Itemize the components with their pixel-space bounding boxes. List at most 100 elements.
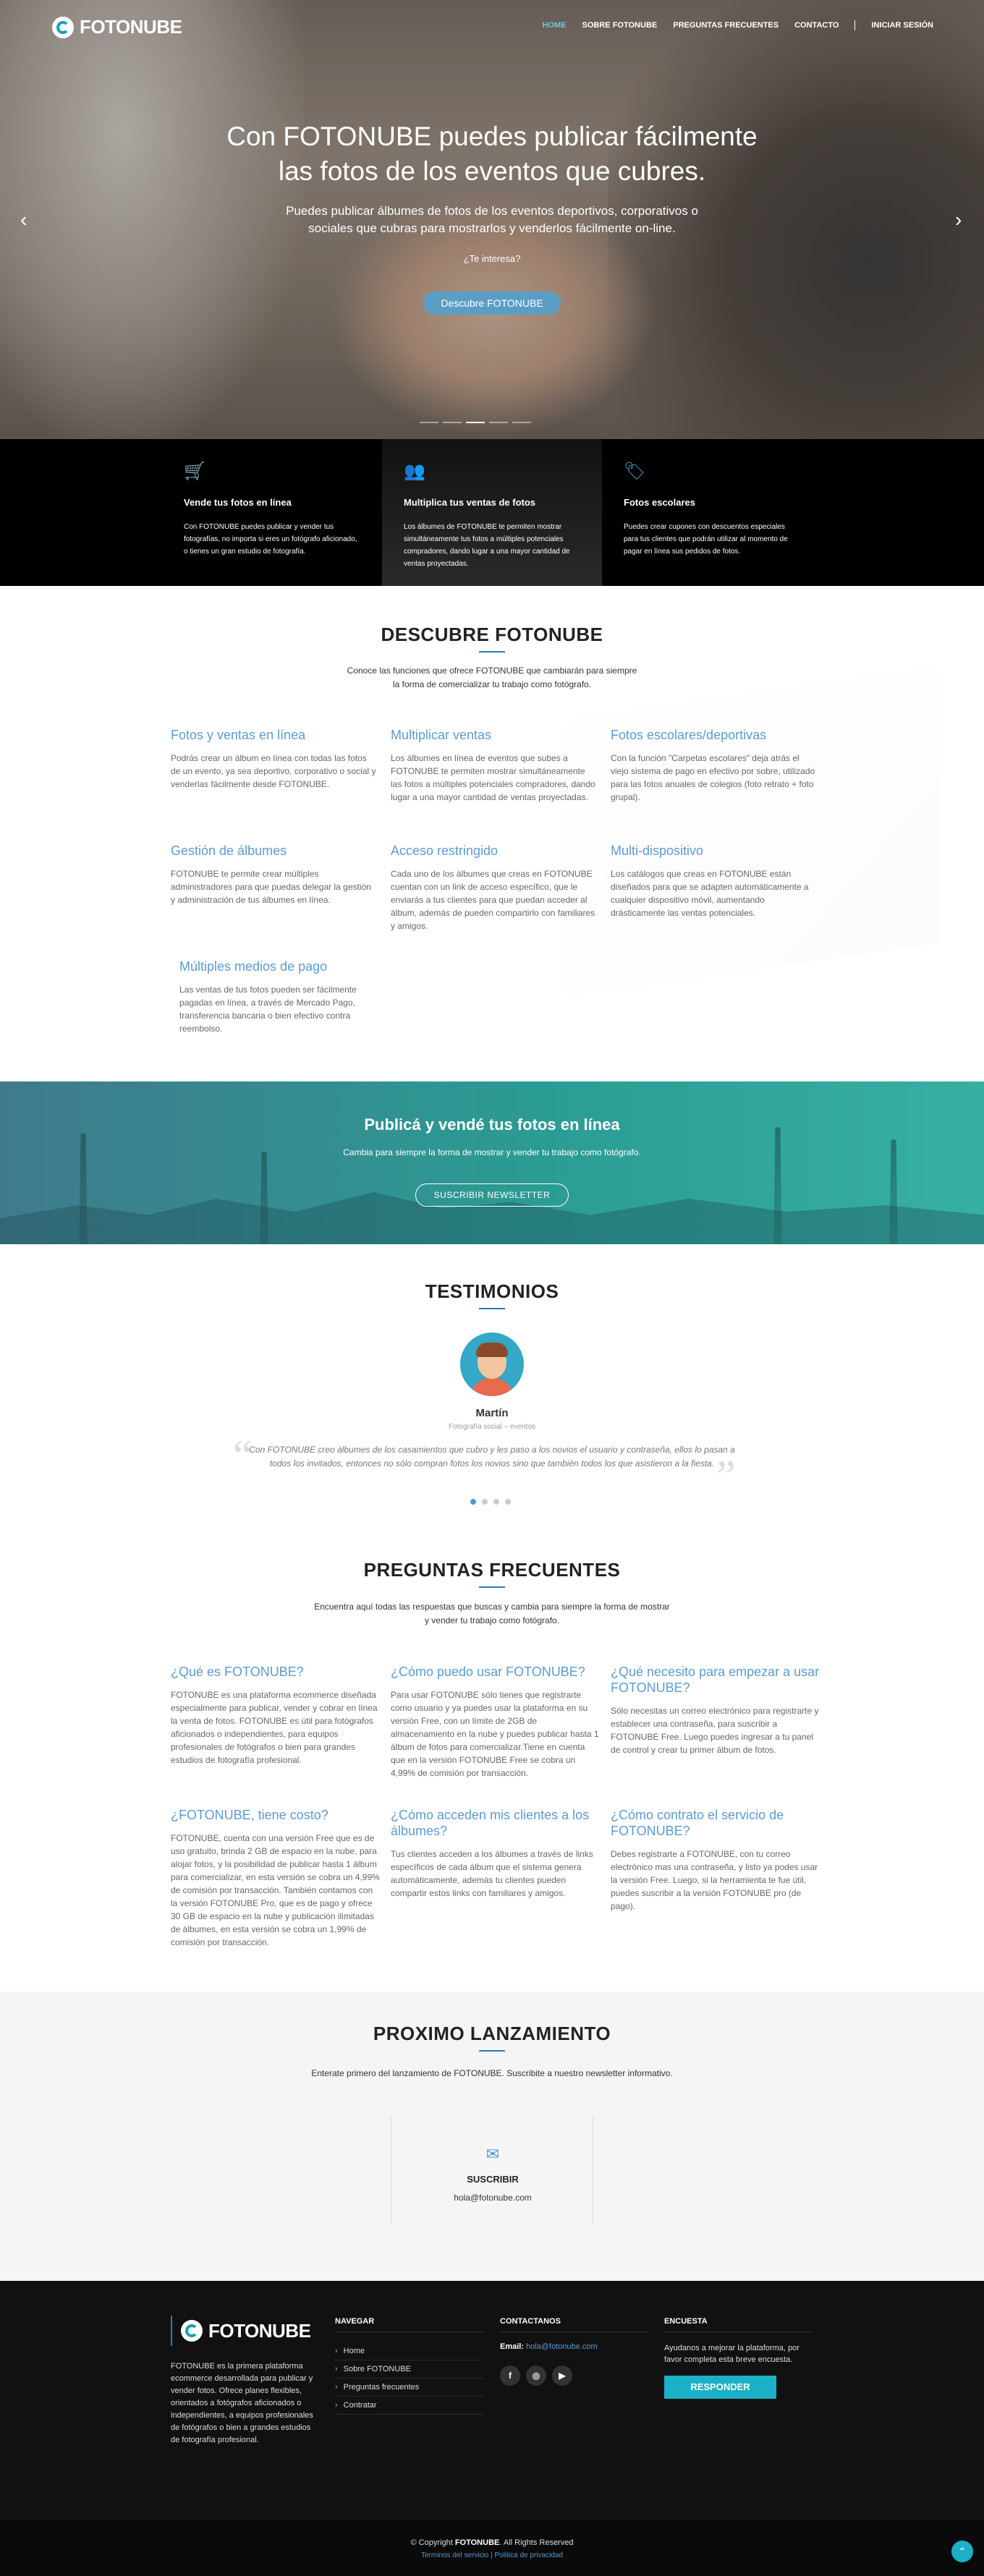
- nav-faq[interactable]: PREGUNTAS FRECUENTES: [673, 21, 779, 30]
- descubre-section: DESCUBRE FOTONUBE Conoce las funciones q…: [0, 586, 984, 1081]
- mail-icon: ✉: [485, 2145, 500, 2163]
- nav-home[interactable]: HOME: [543, 21, 567, 30]
- testimonials-section: TESTIMONIOS Martín Fotografía social – e…: [0, 1244, 984, 1544]
- faq-item: ¿Qué es FOTONUBE? FOTONUBE es una platafo…: [171, 1665, 378, 1765]
- hero-slider: Con FOTONUBE puedes publicar fácilmente l…: [0, 0, 984, 439]
- testimonial-dots: [470, 1499, 511, 1505]
- logo-icon: [52, 16, 74, 38]
- faq-item: ¿Cómo contrato el servicio de FOTONUBE? D…: [611, 1808, 818, 1911]
- faq-item: ¿Qué necesito para empezar a usar FOTONU…: [611, 1665, 820, 1755]
- feature-item: Fotos escolares/deportivas Con la función…: [611, 728, 815, 802]
- slider-dot[interactable]: [512, 422, 531, 423]
- users-icon: 👥: [404, 462, 425, 481]
- nav-login[interactable]: INICIAR SESIÓN: [871, 21, 933, 30]
- hero-title: Con FOTONUBE puedes publicar fácilmente l…: [226, 122, 758, 186]
- footer-email: Email: hola@fotonube.com: [500, 2342, 598, 2351]
- feature-item: Multi-dispositivo Los catálogos que creas…: [611, 843, 809, 918]
- hero-question: ¿Te interesa?: [463, 253, 521, 264]
- feature-text: Los álbumes de FOTONUBE te permiten most…: [404, 523, 570, 568]
- brand-logo[interactable]: FOTONUBE: [52, 16, 182, 38]
- testimonial-dot[interactable]: [493, 1499, 499, 1505]
- section-title: PREGUNTAS FRECUENTES: [363, 1559, 621, 1581]
- logo-icon: [181, 2320, 203, 2342]
- slider-dot[interactable]: [420, 422, 438, 423]
- section-intro: Encuentra aquí todas las respuestas que …: [314, 1602, 670, 1625]
- faq-item: ¿FOTONUBE, tiene costo? FOTONUBE, cuenta …: [171, 1808, 380, 1947]
- slider-prev-icon[interactable]: ‹: [20, 210, 27, 230]
- faq-section: PREGUNTAS FRECUENTES Encuentra aquí toda…: [0, 1544, 984, 1991]
- slider-dot[interactable]: [489, 422, 508, 423]
- footer-link-sobre[interactable]: Sobre FOTONUBE: [335, 2360, 483, 2379]
- footer-description: FOTONUBE es la primera plataforma ecomme…: [171, 2362, 313, 2444]
- feature-item: Multiplicar ventas Los álbumes en línea d…: [391, 728, 595, 802]
- title-underline: [479, 651, 505, 652]
- section-intro: Conoce las funciones que ofrece FOTONUBE…: [347, 666, 637, 689]
- footer-nav: NAVEGAR Home Sobre FOTONUBE Preguntas fr…: [335, 2317, 483, 2415]
- cart-icon: 🛒: [184, 462, 205, 481]
- banner-text: Cambia para siempre la forma de mostrar …: [343, 1147, 641, 1157]
- slider-dots: [420, 422, 531, 423]
- avatar: [460, 1332, 524, 1396]
- section-intro: Enterate primero del lanzamiento de FOTO…: [311, 2068, 673, 2078]
- section-title: DESCUBRE FOTONUBE: [381, 624, 603, 645]
- tag-icon: 🏷: [624, 462, 646, 481]
- youtube-icon[interactable]: ▶: [552, 2365, 572, 2386]
- subscribe-label: SUSCRIBIR: [467, 2174, 519, 2185]
- legal-links[interactable]: Terminos del servicio | Politica de priv…: [0, 2551, 984, 2559]
- footer-contact: CONTACTANOS Email: hola@fotonube.com f ◎…: [500, 2317, 648, 2386]
- instagram-icon[interactable]: ◎: [526, 2365, 546, 2386]
- footer: FOTONUBE FOTONUBE es la primera platafor…: [0, 2281, 984, 2520]
- footer-survey: ENCUESTA Ayudanos a mejorar la plataform…: [664, 2317, 813, 2399]
- top-navbar: FOTONUBE HOME SOBRE FOTONUBE PREGUNTAS F…: [0, 0, 984, 51]
- faq-item: ¿Cómo puedo usar FOTONUBE? Para usar FOTO…: [391, 1665, 599, 1778]
- facebook-icon[interactable]: f: [500, 2365, 520, 2386]
- testimonial-quote: Con FOTONUBE creo álbumes de los casamie…: [249, 1445, 735, 1468]
- testimonial-dot-active[interactable]: [470, 1499, 476, 1505]
- testimonial-role: Fotografía social – eventos: [448, 1423, 536, 1431]
- respond-survey-button[interactable]: RESPONDER: [664, 2376, 776, 2399]
- feature-card: 🛒 Vende tus fotos en línea Con FOTONUBE …: [162, 439, 382, 586]
- footer-link-contratar[interactable]: Contratar: [335, 2397, 483, 2415]
- feature-item: Acceso restringido Cada uno de los álbume…: [391, 843, 595, 931]
- testimonial-dot[interactable]: [505, 1499, 511, 1505]
- discover-button[interactable]: Descubre FOTONUBE: [423, 292, 561, 315]
- launch-section: PROXIMO LANZAMIENTO Enterate primero del…: [0, 1991, 984, 2281]
- main-menu: HOME SOBRE FOTONUBE PREGUNTAS FRECUENTES…: [543, 20, 933, 30]
- title-underline: [479, 2050, 505, 2052]
- feature-title: Multiplica tus ventas de fotos: [404, 497, 536, 508]
- title-underline: [479, 1308, 505, 1309]
- section-title: PROXIMO LANZAMIENTO: [373, 2023, 611, 2044]
- footer-link-home[interactable]: Home: [335, 2342, 483, 2360]
- feature-card: 👥 Multiplica tus ventas de fotos Los álb…: [382, 439, 602, 586]
- social-links: f ◎ ▶: [500, 2365, 648, 2386]
- title-underline: [479, 1586, 505, 1588]
- faq-item: ¿Cómo acceden mis clientes a los álbumes…: [391, 1808, 593, 1898]
- newsletter-banner: Publicá y vendé tus fotos en línea Cambi…: [0, 1081, 984, 1244]
- nav-divider: [854, 20, 856, 30]
- slider-dot[interactable]: [443, 422, 462, 423]
- testimonial-dot[interactable]: [482, 1499, 488, 1505]
- quote-close-icon: ”: [716, 1452, 736, 1500]
- feature-item: Gestión de álbumes FOTONUBE te permite cr…: [171, 843, 371, 905]
- copyright-text: © Copyright FOTONUBE. All Rights Reserve…: [410, 2538, 574, 2547]
- survey-text: Ayudanos a mejorar la plataforma, por fa…: [664, 2344, 800, 2364]
- testimonial-name: Martín: [475, 1407, 509, 1419]
- subscribe-box: ✉ SUSCRIBIR hola@fotonube.com: [391, 2116, 593, 2224]
- feature-title: Vende tus fotos en línea: [184, 497, 292, 508]
- features-bar: 🛒 Vende tus fotos en línea Con FOTONUBE …: [0, 439, 984, 586]
- footer-email-link[interactable]: hola@fotonube.com: [526, 2342, 598, 2351]
- banner-title: Publicá y vendé tus fotos en línea: [364, 1115, 620, 1134]
- scroll-to-top-icon[interactable]: ⌃: [951, 2541, 973, 2562]
- subscribe-newsletter-button[interactable]: SUSCRIBIR NEWSLETTER: [415, 1183, 569, 1207]
- section-title: TESTIMONIOS: [425, 1280, 559, 1302]
- subscribe-email-link[interactable]: hola@fotonube.com: [391, 2193, 594, 2203]
- slider-dot-active[interactable]: [466, 422, 485, 423]
- nav-sobre[interactable]: SOBRE FOTONUBE: [582, 21, 658, 30]
- footer-link-faq[interactable]: Preguntas frecuentes: [335, 2379, 483, 2397]
- feature-item: Fotos y ventas en línea Podrás crear un á…: [171, 728, 376, 789]
- nav-contacto[interactable]: CONTACTO: [794, 21, 839, 30]
- feature-title: Fotos escolares: [624, 497, 695, 508]
- footer-logo[interactable]: FOTONUBE: [171, 2316, 311, 2346]
- slider-next-icon[interactable]: ›: [955, 210, 962, 230]
- hero-subtitle: Puedes publicar álbumes de fotos de los …: [286, 204, 698, 235]
